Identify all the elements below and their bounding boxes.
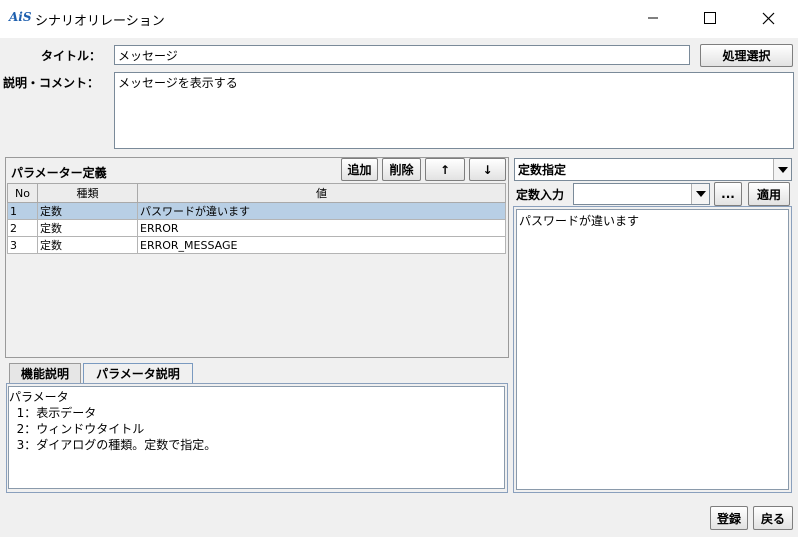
cell-type: 定数 — [37, 202, 138, 220]
minimize-icon — [648, 17, 658, 19]
tab-parameter-description[interactable]: パラメータ説明 — [83, 363, 193, 383]
description-line: パラメータ — [9, 390, 69, 404]
constant-input-label: 定数入力 — [516, 188, 565, 202]
delete-button[interactable]: 削除 — [382, 158, 421, 181]
cell-type: 定数 — [37, 219, 138, 237]
move-up-button[interactable]: ↑ — [425, 158, 465, 181]
maximize-button[interactable] — [687, 0, 733, 36]
window-title: シナリオリレーション — [35, 14, 165, 29]
chevron-down-icon — [773, 159, 791, 180]
cell-value: ERROR — [137, 219, 506, 237]
table-row[interactable]: 2 定数 ERROR — [7, 219, 506, 237]
cell-no: 2 — [7, 219, 38, 237]
description-line: 2：ウィンドウタイトル — [9, 422, 145, 436]
table-row[interactable]: 3 定数 ERROR_MESSAGE — [7, 236, 506, 254]
add-button[interactable]: 追加 — [341, 158, 378, 181]
cell-value: パスワードが違います — [137, 202, 506, 220]
process-select-button[interactable]: 処理選択 — [700, 44, 793, 67]
constant-input-combo[interactable] — [573, 183, 710, 205]
minimize-button[interactable] — [630, 0, 676, 36]
constant-mode-value: 定数指定 — [518, 163, 567, 177]
parameter-table-wrap: No 種類 値 1 定数 パスワードが違います 2 定数 ERROR 3 定数 … — [7, 183, 506, 254]
cell-no: 3 — [7, 236, 38, 254]
constant-textarea[interactable]: パスワードが違います — [516, 209, 789, 490]
chevron-down-icon — [691, 184, 709, 204]
table-row[interactable]: 1 定数 パスワードが違います — [7, 202, 506, 220]
cell-value: ERROR_MESSAGE — [137, 236, 506, 254]
close-icon — [762, 12, 774, 24]
column-header-no[interactable]: No — [7, 183, 38, 203]
cell-type: 定数 — [37, 236, 138, 254]
parameter-table: No 種類 値 1 定数 パスワードが違います 2 定数 ERROR 3 定数 … — [7, 183, 506, 254]
constant-mode-select[interactable]: 定数指定 — [514, 158, 792, 181]
register-button[interactable]: 登録 — [710, 506, 748, 530]
browse-button[interactable]: ... — [714, 182, 742, 206]
title-input[interactable]: メッセージ — [114, 45, 690, 65]
comment-label: 説明・コメント： — [3, 76, 100, 90]
title-label: タイトル： — [41, 49, 102, 63]
column-header-value[interactable]: 値 — [137, 183, 506, 203]
apply-button[interactable]: 適用 — [748, 182, 790, 206]
tab-function-description[interactable]: 機能説明 — [9, 363, 81, 383]
description-line: 3：ダイアログの種類。定数で指定。 — [9, 438, 217, 452]
app-logo-icon: AiS — [9, 10, 32, 24]
comment-textarea[interactable]: メッセージを表示する — [114, 72, 794, 149]
description-line: 1：表示データ — [9, 406, 97, 420]
close-button[interactable] — [745, 0, 791, 36]
parameter-description-text[interactable]: パラメータ 1：表示データ 2：ウィンドウタイトル 3：ダイアログの種類。定数で… — [8, 386, 505, 489]
cell-no: 1 — [7, 202, 38, 220]
parameter-header: パラメーター定義 — [11, 166, 107, 180]
tab-strip: 機能説明 パラメータ説明 — [7, 363, 507, 385]
column-header-type[interactable]: 種類 — [37, 183, 138, 203]
move-down-button[interactable]: ↓ — [469, 158, 506, 181]
back-button[interactable]: 戻る — [753, 506, 793, 530]
maximize-icon — [704, 12, 716, 24]
